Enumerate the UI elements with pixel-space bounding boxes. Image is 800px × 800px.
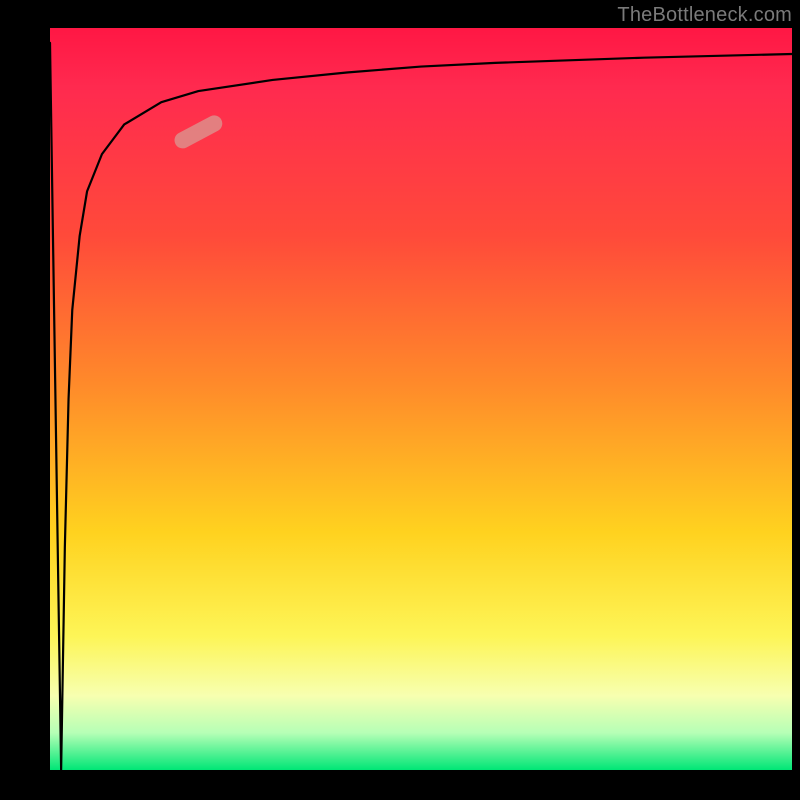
bottleneck-curve [50, 43, 792, 770]
highlight-marker [172, 112, 226, 151]
curve-svg [50, 28, 792, 770]
highlight-marker-shape [172, 112, 226, 151]
plot-area [50, 28, 792, 770]
chart-frame: TheBottleneck.com [0, 0, 800, 800]
watermark-text: TheBottleneck.com [617, 4, 792, 27]
